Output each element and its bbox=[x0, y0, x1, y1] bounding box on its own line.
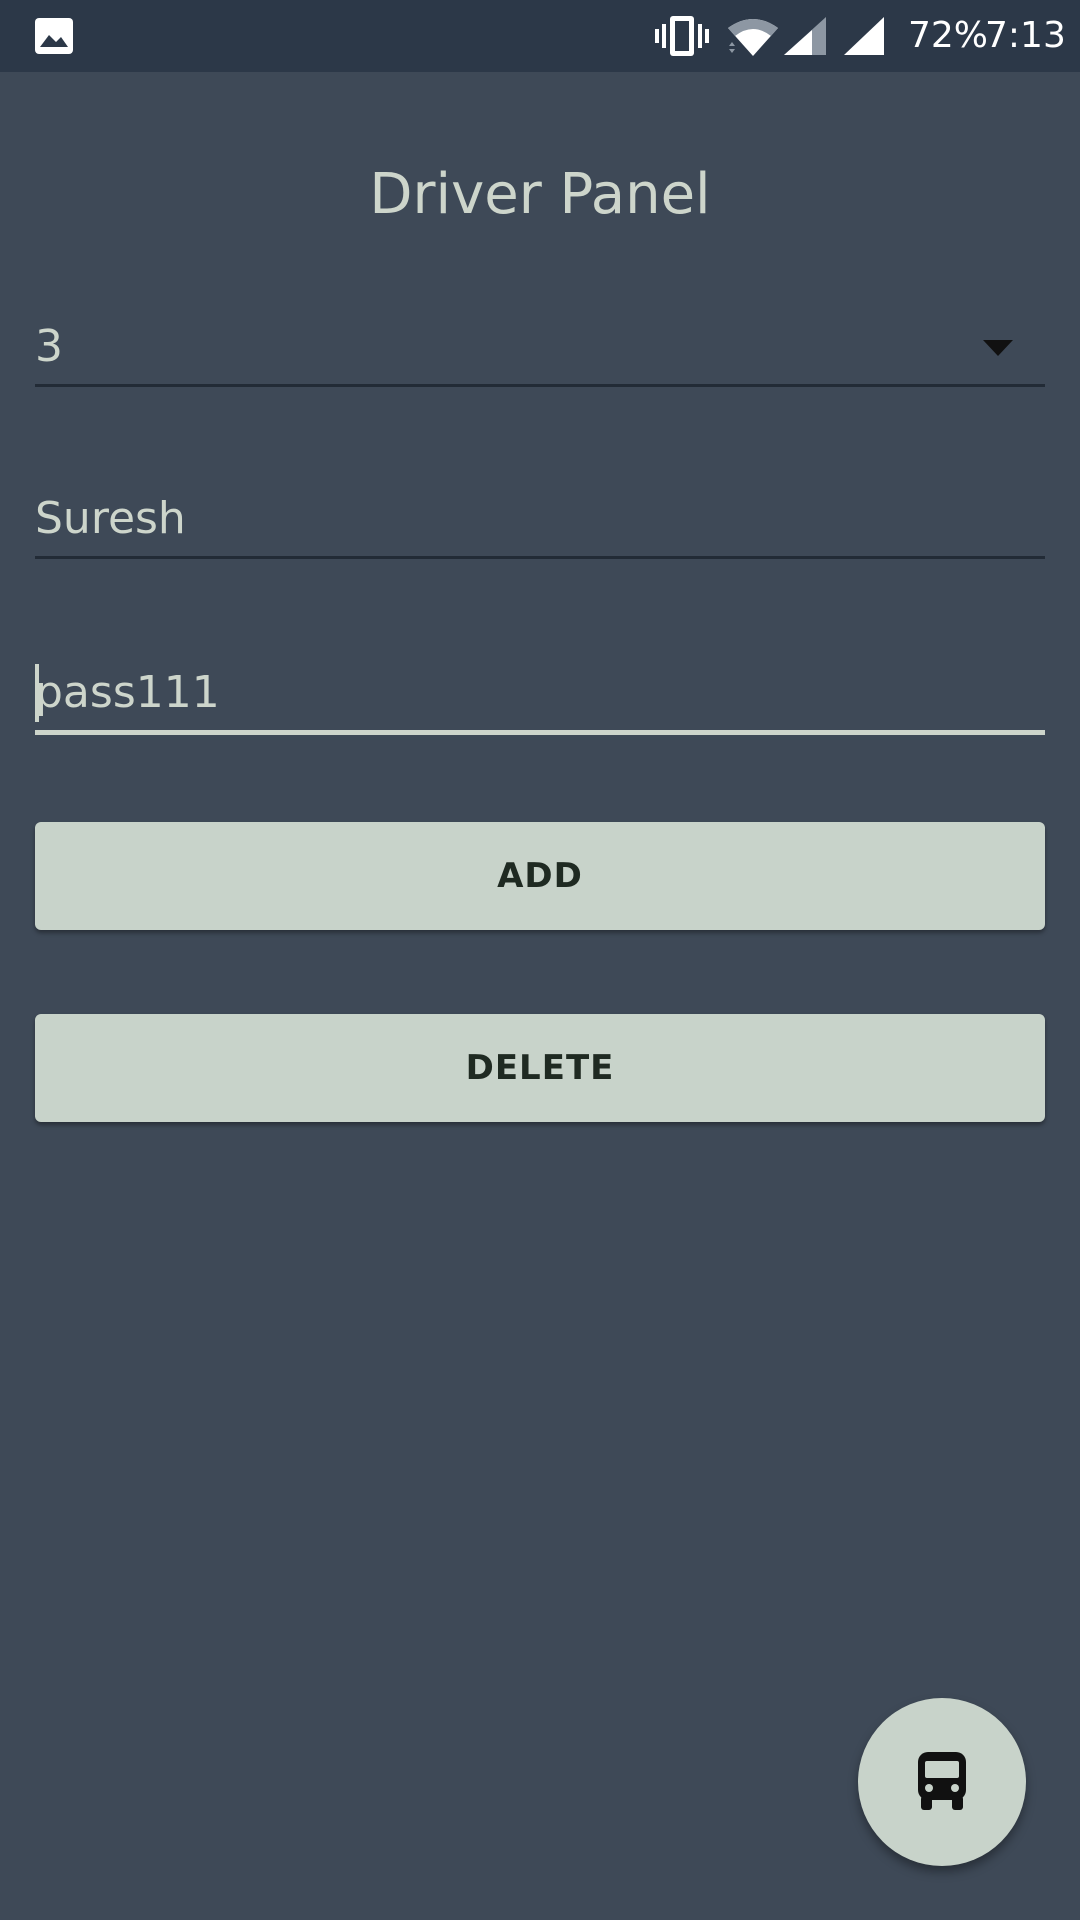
username-value: Suresh bbox=[35, 493, 186, 544]
spinner-selected-value: 3 bbox=[35, 321, 63, 372]
vibrate-icon bbox=[655, 16, 709, 56]
status-bar: 72% 7:13 bbox=[0, 0, 1080, 72]
route-spinner[interactable]: 3 bbox=[35, 312, 1045, 387]
username-field[interactable]: Suresh bbox=[35, 482, 1045, 559]
bus-fab-button[interactable] bbox=[858, 1698, 1026, 1866]
app-screen: 72% 7:13 Driver Panel 3 Suresh pass111 A… bbox=[0, 0, 1080, 1920]
signal-icon bbox=[784, 17, 826, 55]
add-button[interactable]: ADD bbox=[35, 822, 1045, 930]
wifi-icon bbox=[728, 19, 778, 56]
dropdown-arrow-icon[interactable] bbox=[983, 340, 1013, 356]
bus-icon bbox=[918, 1752, 966, 1810]
password-value: pass111 bbox=[35, 667, 220, 718]
password-field[interactable]: pass111 bbox=[35, 656, 1045, 735]
battery-percentage: 72% bbox=[908, 15, 989, 56]
text-cursor bbox=[35, 664, 39, 722]
gallery-icon bbox=[35, 18, 73, 54]
page-title: Driver Panel bbox=[369, 162, 711, 227]
clock-time: 7:13 bbox=[985, 15, 1066, 56]
signal-icon bbox=[844, 17, 884, 55]
delete-button[interactable]: DELETE bbox=[35, 1014, 1045, 1122]
